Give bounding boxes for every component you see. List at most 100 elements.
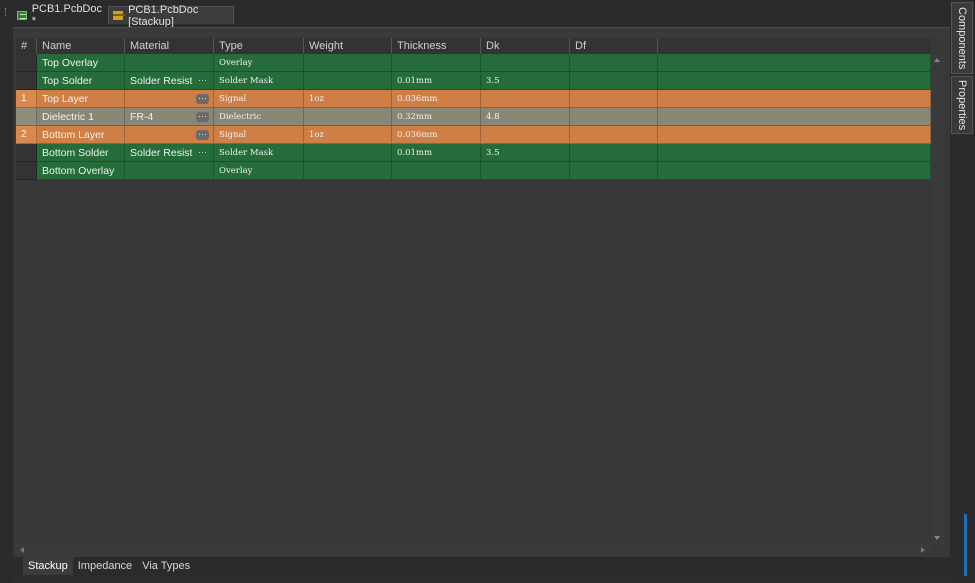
layer-dk[interactable] xyxy=(481,54,570,72)
scroll-right-icon[interactable] xyxy=(921,547,925,553)
layer-material[interactable] xyxy=(125,162,214,180)
layer-weight[interactable] xyxy=(304,162,392,180)
table-row[interactable]: Top Overlay Overlay xyxy=(16,54,931,72)
layer-thickness[interactable]: 0.036mm xyxy=(392,126,481,144)
layer-df[interactable] xyxy=(570,72,658,90)
material-label: Solder Resist xyxy=(130,75,193,87)
layer-thickness[interactable]: 0.32mm xyxy=(392,108,481,126)
layer-weight[interactable] xyxy=(304,72,392,90)
layer-thickness[interactable] xyxy=(392,54,481,72)
layer-name[interactable]: Bottom Solder xyxy=(37,144,125,162)
panel-indicator xyxy=(964,514,967,576)
editor-bottom-tabs: Stackup Impedance Via Types xyxy=(13,557,950,576)
tab-pcb-doc[interactable]: PCB1.PcbDoc * xyxy=(13,3,107,27)
layer-name[interactable]: Bottom Layer xyxy=(37,126,125,144)
layer-dk[interactable]: 3.5 xyxy=(481,144,570,162)
scroll-left-icon[interactable] xyxy=(20,547,24,553)
tab-via-types[interactable]: Via Types xyxy=(137,557,195,575)
layer-type[interactable]: Overlay xyxy=(214,162,304,180)
vertical-scrollbar[interactable] xyxy=(931,54,944,544)
table-row[interactable]: Top Solder Solder Resist ··· Solder Mask… xyxy=(16,72,931,90)
pcb-doc-icon xyxy=(17,10,27,20)
layer-name[interactable]: Dielectric 1 xyxy=(37,108,125,126)
layer-material[interactable] xyxy=(125,54,214,72)
layer-df[interactable] xyxy=(570,126,658,144)
layer-type[interactable]: Dielectric xyxy=(214,108,304,126)
layer-number xyxy=(16,144,37,162)
layer-df[interactable] xyxy=(570,108,658,126)
layer-df[interactable] xyxy=(570,54,658,72)
scroll-up-icon[interactable] xyxy=(934,58,940,62)
properties-panel-tab[interactable]: Properties xyxy=(951,76,973,134)
ellipsis-button[interactable]: ··· xyxy=(196,148,209,158)
panel-tab-label: Components xyxy=(956,6,968,70)
layer-df[interactable] xyxy=(570,144,658,162)
column-header-thickness[interactable]: Thickness xyxy=(392,38,481,54)
ellipsis-button[interactable]: ··· xyxy=(196,130,209,140)
layer-name[interactable]: Bottom Overlay xyxy=(37,162,125,180)
layer-type[interactable]: Solder Mask xyxy=(214,72,304,90)
layer-dk[interactable]: 3.5 xyxy=(481,72,570,90)
column-header-df[interactable]: Df xyxy=(570,38,658,54)
table-row[interactable]: Bottom Solder Solder Resist ··· Solder M… xyxy=(16,144,931,162)
layer-thickness[interactable]: 0.01mm xyxy=(392,144,481,162)
left-panel-strip xyxy=(0,0,13,583)
column-header-dk[interactable]: Dk xyxy=(481,38,570,54)
grid-header: # Name Material Type Weight Thickness Dk… xyxy=(16,38,931,54)
layer-weight[interactable]: 1oz xyxy=(304,126,392,144)
layer-weight[interactable] xyxy=(304,108,392,126)
column-header-number[interactable]: # xyxy=(16,38,37,54)
layer-number xyxy=(16,108,37,126)
layer-material[interactable]: Solder Resist ··· xyxy=(125,144,214,162)
layer-df[interactable] xyxy=(570,90,658,108)
ellipsis-button[interactable]: ··· xyxy=(196,94,209,104)
table-row[interactable]: Bottom Overlay Overlay xyxy=(16,162,931,180)
column-header-type[interactable]: Type xyxy=(214,38,304,54)
layer-weight[interactable] xyxy=(304,54,392,72)
layer-dk[interactable]: 4.8 xyxy=(481,108,570,126)
layer-name[interactable]: Top Layer xyxy=(37,90,125,108)
layer-name[interactable]: Top Solder xyxy=(37,72,125,90)
horizontal-scrollbar[interactable] xyxy=(16,544,931,556)
layer-type[interactable]: Signal xyxy=(214,126,304,144)
right-panel-strip: Components Properties xyxy=(950,0,975,583)
layer-weight[interactable]: 1oz xyxy=(304,90,392,108)
panel-tab-label: Properties xyxy=(956,79,968,131)
layer-material[interactable]: FR-4 ··· xyxy=(125,108,214,126)
material-label: FR-4 xyxy=(130,111,154,123)
column-header-material[interactable]: Material xyxy=(125,38,214,54)
ellipsis-button[interactable]: ··· xyxy=(196,112,209,122)
ellipsis-button[interactable]: ··· xyxy=(196,76,209,86)
column-header-name[interactable]: Name xyxy=(37,38,125,54)
tab-pcb-stackup[interactable]: PCB1.PcbDoc [Stackup] xyxy=(108,4,234,28)
scroll-down-icon[interactable] xyxy=(934,536,940,540)
table-row[interactable]: Dielectric 1 FR-4 ··· Dielectric 0.32mm … xyxy=(16,108,931,126)
column-header-weight[interactable]: Weight xyxy=(304,38,392,54)
layer-weight[interactable] xyxy=(304,144,392,162)
layer-df[interactable] xyxy=(570,162,658,180)
layer-type[interactable]: Solder Mask xyxy=(214,144,304,162)
layer-dk[interactable] xyxy=(481,126,570,144)
stackup-editor: # Name Material Type Weight Thickness Dk… xyxy=(13,27,950,576)
tab-impedance[interactable]: Impedance xyxy=(73,557,137,575)
layer-dk[interactable] xyxy=(481,162,570,180)
layer-type[interactable]: Signal xyxy=(214,90,304,108)
layer-type[interactable]: Overlay xyxy=(214,54,304,72)
tab-stackup[interactable]: Stackup xyxy=(23,557,73,575)
table-row[interactable]: 1 Top Layer ··· Signal 1oz 0.036mm xyxy=(16,90,931,108)
layer-number: 1 xyxy=(16,90,37,108)
layer-material[interactable]: ··· xyxy=(125,126,214,144)
components-panel-tab[interactable]: Components xyxy=(951,2,973,74)
layer-dk[interactable] xyxy=(481,90,570,108)
material-label: Solder Resist xyxy=(130,147,193,159)
tab-label: PCB1.PcbDoc * xyxy=(31,3,102,27)
layer-thickness[interactable] xyxy=(392,162,481,180)
drag-grip-icon[interactable] xyxy=(5,8,8,16)
layer-thickness[interactable]: 0.01mm xyxy=(392,72,481,90)
layer-material[interactable]: Solder Resist ··· xyxy=(125,72,214,90)
table-row[interactable]: 2 Bottom Layer ··· Signal 1oz 0.036mm xyxy=(16,126,931,144)
stackup-icon xyxy=(113,11,126,20)
layer-material[interactable]: ··· xyxy=(125,90,214,108)
layer-thickness[interactable]: 0.036mm xyxy=(392,90,481,108)
layer-name[interactable]: Top Overlay xyxy=(37,54,125,72)
